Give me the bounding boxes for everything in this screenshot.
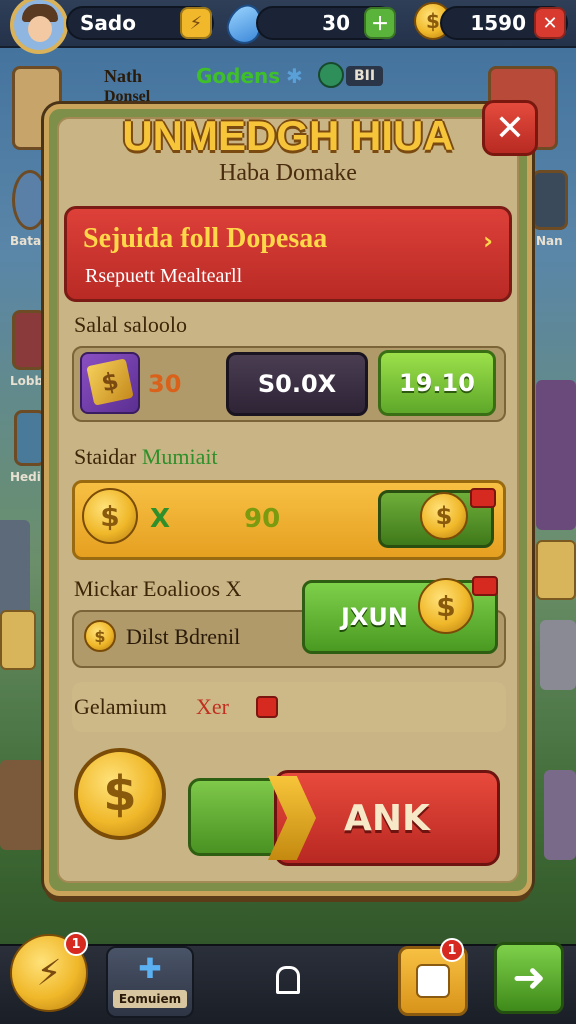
menu-nav-label: Eomuiem [112, 990, 188, 1008]
close-hud-button[interactable]: ✕ [534, 7, 566, 39]
side-center-label: Godens [196, 64, 281, 88]
arrow-right-icon: ➜ [512, 955, 546, 1001]
action-button-label: ANK [344, 797, 430, 839]
coin-count: 1590 [470, 11, 526, 35]
coin-small-icon: $ [84, 620, 116, 652]
center-token-icon [318, 62, 344, 88]
section1-label: Salal saloolo [74, 312, 188, 337]
gem-count: 30 [322, 11, 350, 35]
dice-icon [416, 964, 450, 998]
coin-claim-icon: $ [420, 492, 468, 540]
bg-rock-left [0, 760, 44, 850]
home-icon[interactable] [276, 966, 300, 994]
coin-claim-tag-icon [470, 488, 496, 508]
section4-label: Gelamium [74, 694, 167, 719]
section2-label-a: Staidar [74, 444, 137, 469]
coin-multiplier: X [150, 504, 171, 534]
spellbook-icon: $ [80, 352, 140, 414]
bonus-row-text: Dilst Bdrenil [126, 624, 241, 649]
side-label-c: Hedi [10, 470, 41, 484]
coin-value: 90 [244, 504, 281, 534]
mid-price-label: S0.0X [257, 370, 337, 398]
buy-button-label: 19.10 [399, 369, 475, 397]
buy-button[interactable]: 19.10 [378, 350, 496, 416]
item-count: 30 [148, 370, 182, 398]
bg-wall-right [536, 380, 576, 530]
banner-subtitle: Rsepuett Mealtearll [85, 265, 243, 287]
section3-label: Mickar Eoalioos X [74, 576, 242, 601]
bonus-coin-icon: $ [418, 578, 474, 634]
gift-nav-badge: 1 [440, 938, 464, 962]
center-gear-icon: ✱ [286, 64, 303, 88]
side-label-d: Nan [536, 234, 563, 248]
section2-label: Staidar Mumiait [74, 444, 218, 470]
section4-tag: Xer [196, 694, 229, 719]
side-name-1: Nath [104, 66, 143, 86]
coin-icon-large: $ [82, 488, 138, 544]
mid-price-button[interactable]: S0.0X [226, 352, 368, 416]
book-cover-icon: $ [86, 358, 134, 406]
puzzle-icon: ✚ [138, 952, 162, 985]
bg-stone-right [540, 620, 576, 690]
menu-nav-button[interactable]: ✚ Eomuiem [106, 946, 194, 1018]
side-center-value: BII [346, 66, 384, 86]
energy-button[interactable]: ⚡ [180, 7, 212, 39]
avatar-face [28, 16, 52, 42]
bg-crate-right [536, 540, 576, 600]
bg-rock-right-low [544, 770, 576, 860]
add-gems-button[interactable]: ＋ [364, 7, 396, 39]
banner-title: Sejuida foll Dopesaa [83, 223, 328, 254]
bg-crate-left [0, 610, 36, 670]
offer-banner[interactable]: Sejuida foll Dopesaa Rsepuett Mealtearll… [64, 206, 512, 302]
chevron-right-icon: › [483, 227, 493, 255]
next-nav-button[interactable]: ➜ [494, 942, 564, 1014]
player-name: Sado [80, 11, 136, 35]
big-coin-icon: $ [74, 748, 166, 840]
bonus-tag-icon [472, 576, 498, 596]
close-button[interactable]: ✕ [482, 100, 538, 156]
bonus-claim-label: JXUN [341, 603, 409, 631]
dialog-subtitle: Haba Domake [219, 160, 357, 186]
energy-nav-badge: 1 [64, 932, 88, 956]
side-label-b: Lobb [10, 374, 44, 388]
side-card-left-4[interactable] [14, 410, 46, 466]
section2-label-b: Mumiait [141, 444, 218, 469]
side-card-left-3[interactable] [12, 310, 46, 370]
premium-tag-icon [256, 696, 278, 718]
